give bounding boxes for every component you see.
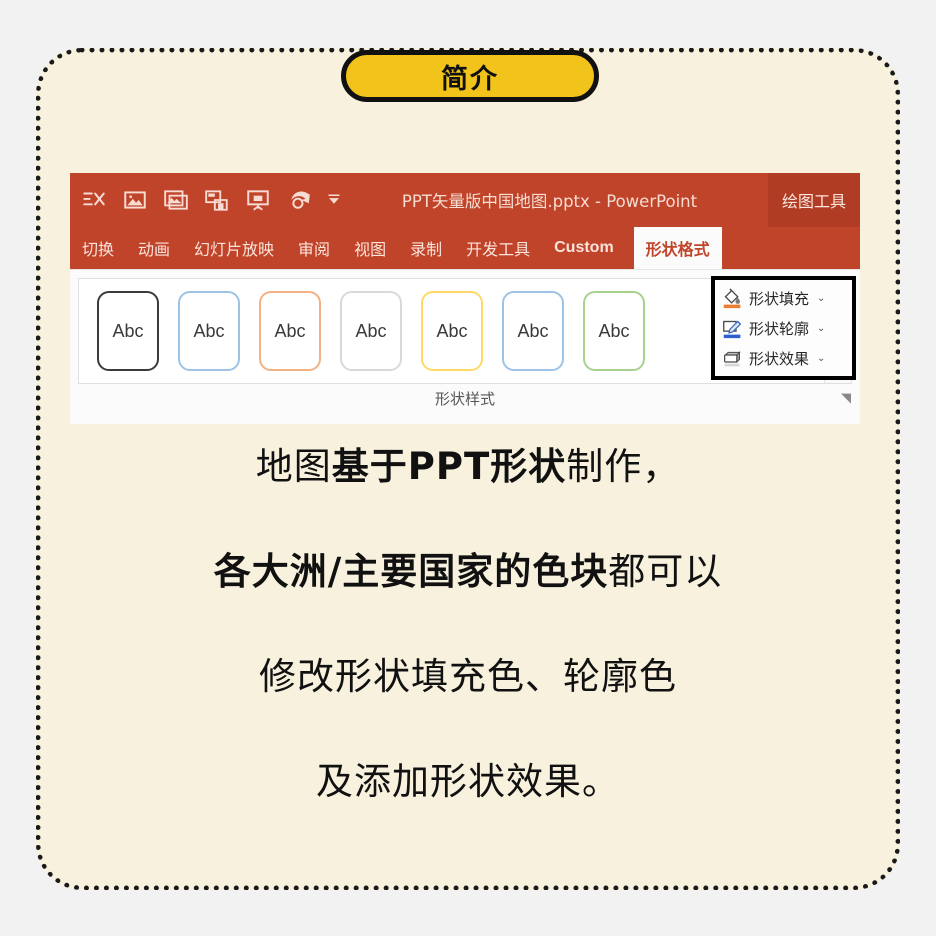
ribbon-tab-label: 视图 bbox=[354, 240, 387, 259]
callout-item-label: 形状轮廓 bbox=[749, 319, 810, 338]
shape-style-swatch-6[interactable]: Abc bbox=[502, 291, 564, 371]
shape-style-swatch-1[interactable]: Abc bbox=[97, 291, 159, 371]
shape-style-swatch-5[interactable]: Abc bbox=[421, 291, 483, 371]
section-badge-label: 简介 bbox=[441, 63, 499, 95]
description-line-2: 各大洲/主要国家的色块都可以 bbox=[36, 553, 900, 590]
ribbon-tab-5[interactable]: 视图 bbox=[342, 227, 398, 269]
ribbon-tab-bar[interactable]: 切换 动画 幻灯片放映 审阅 视图 录制 开发工具 Custom 形状格式 bbox=[70, 227, 860, 269]
emphasis-text: 各大洲/主要国家的色块 bbox=[213, 550, 609, 593]
swatch-label: Abc bbox=[436, 320, 468, 341]
description-line-4: 及添加形状效果。 bbox=[36, 763, 900, 800]
ribbon-tab-label: 动画 bbox=[138, 240, 171, 259]
shape-styles-group-label: 形状样式 bbox=[434, 390, 495, 408]
shape-style-swatch-2[interactable]: Abc bbox=[178, 291, 240, 371]
ribbon-tab-1[interactable]: 切换 bbox=[70, 227, 126, 269]
swatch-label: Abc bbox=[598, 320, 630, 341]
ribbon-tab-label: 审阅 bbox=[298, 240, 331, 259]
picture-frame-icon[interactable] bbox=[163, 187, 189, 213]
ribbon-tab-9[interactable]: 形状格式 bbox=[633, 227, 722, 269]
ribbon-tab-label: 形状格式 bbox=[645, 240, 710, 259]
callout-item-形状填充[interactable]: 形状填充 ⌄ bbox=[715, 287, 852, 309]
plain-text: 及添加形状效果。 bbox=[316, 760, 620, 803]
ribbon-tab-4[interactable]: 审阅 bbox=[286, 227, 342, 269]
ribbon-tab-6[interactable]: 录制 bbox=[398, 227, 454, 269]
shape-format-callout-panel[interactable]: 形状填充 ⌄ 形状轮廓 ⌄ 形状效果 ⌄ bbox=[711, 276, 856, 380]
chevron-down-icon[interactable]: ⌄ bbox=[817, 293, 825, 304]
contextual-tab-drawing-tools[interactable]: 绘图工具 bbox=[767, 173, 860, 227]
shape-style-swatch-7[interactable]: Abc bbox=[583, 291, 645, 371]
swatch-label: Abc bbox=[112, 320, 144, 341]
window-title: PPT矢量版中国地图.pptx - PowerPoint bbox=[401, 192, 698, 211]
ribbon-tab-label: Custom bbox=[554, 239, 614, 256]
ribbon-tab-label: 幻灯片放映 bbox=[194, 240, 275, 259]
swatch-label: Abc bbox=[274, 320, 306, 341]
paint-bucket-icon bbox=[722, 287, 743, 309]
dialog-launcher-icon[interactable]: ◥ bbox=[838, 390, 854, 406]
swatch-label: Abc bbox=[355, 320, 387, 341]
chevron-down-icon[interactable]: ⌄ bbox=[817, 323, 825, 334]
slide-show-icon[interactable] bbox=[245, 187, 271, 213]
description-line-1: 地图基于PPT形状制作， bbox=[36, 448, 900, 485]
customize-qat-icon[interactable] bbox=[323, 187, 343, 213]
plain-text: 制作， bbox=[566, 445, 681, 488]
ribbon-tab-label: 切换 bbox=[82, 240, 115, 259]
description-text-block: 地图基于PPT形状制作， 各大洲/主要国家的色块都可以修改形状填充色、轮廓色 及添加… bbox=[36, 448, 900, 800]
powerpoint-window: PPT矢量版中国地图.pptx - PowerPoint 绘图工具 切换 动画 幻灯… bbox=[70, 173, 860, 424]
powerpoint-title-bar: PPT矢量版中国地图.pptx - PowerPoint 绘图工具 bbox=[70, 173, 860, 227]
plain-text: 地图 bbox=[255, 445, 332, 488]
save-as-icon[interactable] bbox=[204, 187, 230, 213]
plain-text: 都可以 bbox=[608, 550, 723, 593]
callout-item-形状效果[interactable]: 形状效果 ⌄ bbox=[715, 348, 852, 369]
shape-effects-icon bbox=[722, 348, 743, 369]
ribbon-tab-3[interactable]: 幻灯片放映 bbox=[182, 227, 286, 269]
ribbon-tab-7[interactable]: 开发工具 bbox=[454, 227, 542, 269]
swatch-label: Abc bbox=[193, 320, 225, 341]
ribbon-tab-label: 录制 bbox=[410, 240, 443, 259]
chevron-down-icon[interactable]: ⌄ bbox=[817, 353, 825, 364]
plain-text: 修改形状填充色、轮廓色 bbox=[259, 655, 677, 698]
emphasis-text: 基于PPT形状 bbox=[331, 445, 567, 488]
callout-item-label: 形状效果 bbox=[749, 349, 810, 368]
text-box-icon[interactable] bbox=[81, 187, 107, 213]
description-line-3: 修改形状填充色、轮廓色 bbox=[36, 658, 900, 695]
callout-item-形状轮廓[interactable]: 形状轮廓 ⌄ bbox=[715, 318, 852, 339]
quick-access-toolbar[interactable] bbox=[70, 187, 343, 213]
undo-icon[interactable] bbox=[286, 187, 312, 213]
pencil-outline-icon bbox=[722, 318, 743, 339]
shape-style-swatch-3[interactable]: Abc bbox=[259, 291, 321, 371]
callout-item-label: 形状填充 bbox=[749, 289, 810, 308]
ribbon-tab-label: 开发工具 bbox=[466, 240, 531, 259]
shape-style-swatch-4[interactable]: Abc bbox=[340, 291, 402, 371]
swatch-label: Abc bbox=[517, 320, 549, 341]
screenshot-root: 简介 PPT矢量版中国地图.pptx - PowerPoint 绘图工具 切换 动… bbox=[0, 0, 936, 936]
ribbon-tab-2[interactable]: 动画 bbox=[126, 227, 182, 269]
section-badge: 简介 bbox=[341, 50, 599, 102]
ribbon-tab-8[interactable]: Custom bbox=[542, 227, 626, 269]
picture-icon[interactable] bbox=[122, 187, 148, 213]
